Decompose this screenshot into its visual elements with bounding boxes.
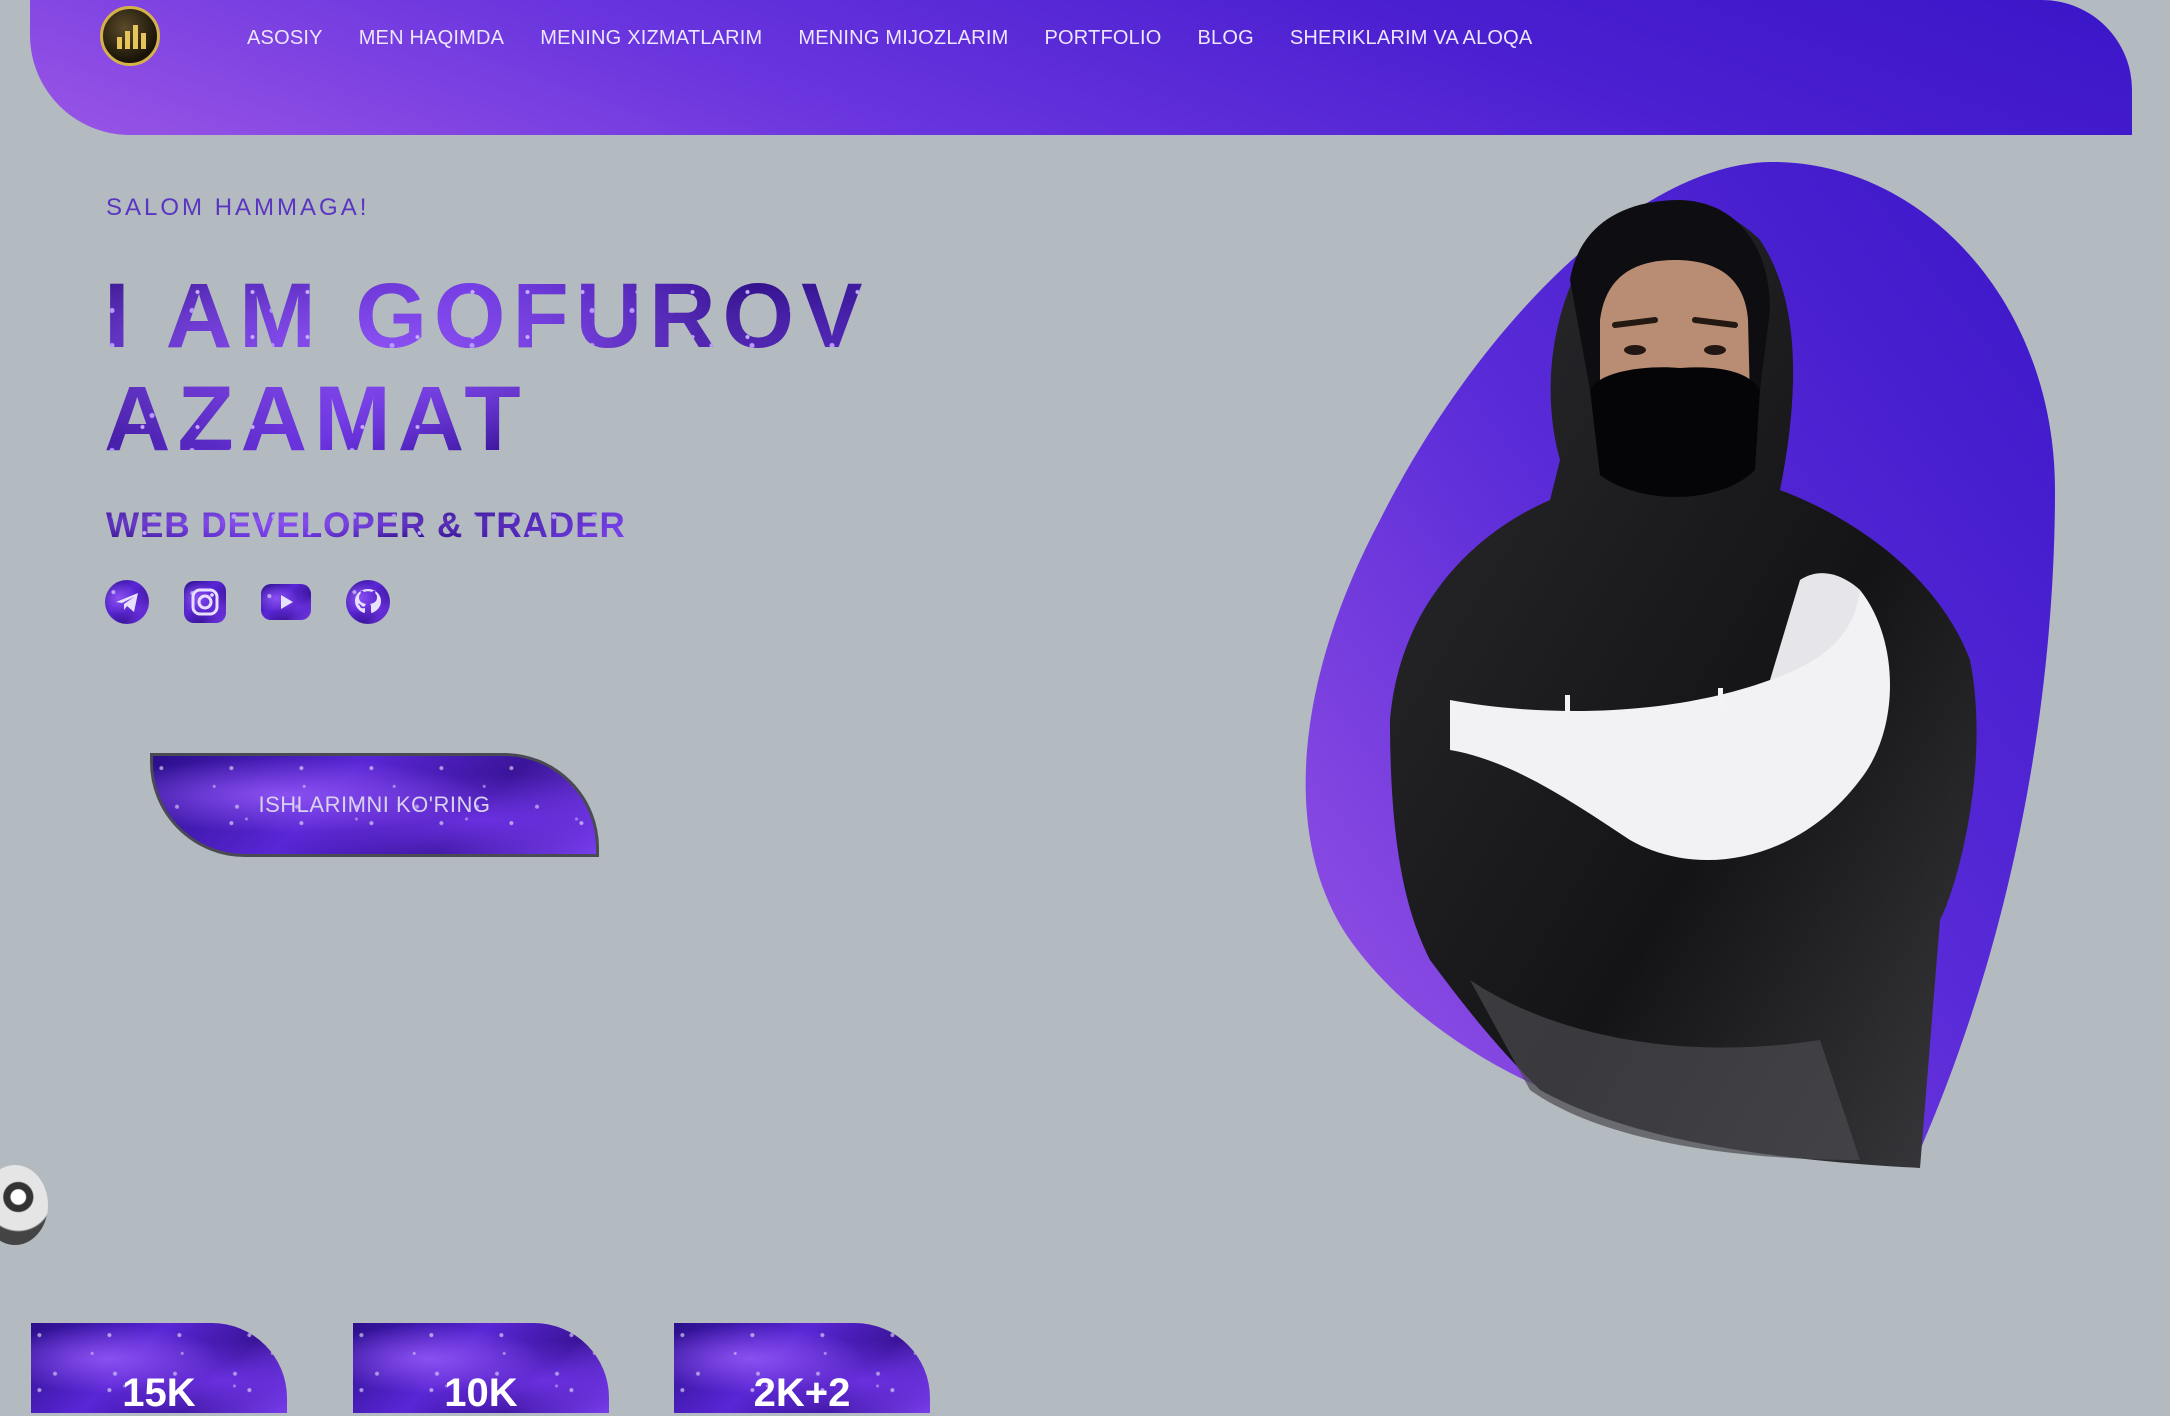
nav-link-mening-mijozlarim[interactable]: MENING MIJOZLARIM — [798, 27, 1008, 50]
top-navigation-bar: ASOSIY MEN HAQIMDA MENING XIZMATLARIM ME… — [30, 0, 2132, 135]
nav-link-sheriklarim-va-aloqa[interactable]: SHERIKLARIM VA ALOQA — [1290, 27, 1533, 50]
portrait-illustration — [1305, 161, 2055, 1169]
nav-link-mening-xizmatlarim[interactable]: MENING XIZMATLARIM — [540, 27, 762, 50]
hero-title-line-2: AZAMAT — [104, 368, 528, 470]
hero-subtitle: WEB DEVELOPER & TRADER — [106, 506, 626, 546]
hero-title: I AM GOFUROV AZAMAT — [104, 265, 1004, 471]
hero-title-line-1: I AM GOFUROV — [104, 265, 870, 367]
github-icon[interactable] — [346, 580, 390, 624]
view-my-work-label: ISHLARIMNI KO'RING — [258, 792, 491, 817]
hero-portrait — [1300, 160, 2060, 1170]
nav-link-blog[interactable]: BLOG — [1197, 27, 1253, 50]
greeting-text: SALOM HAMMAGA! — [106, 194, 370, 221]
stat-value-3: 2K+2 — [753, 1371, 851, 1415]
trading-chart-logo-icon[interactable] — [100, 6, 160, 66]
social-links — [105, 580, 425, 624]
nav-link-men-haqimda[interactable]: MEN HAQIMDA — [359, 27, 505, 50]
stat-card-1: 15K — [31, 1323, 287, 1415]
stat-value-2: 10K — [444, 1371, 518, 1415]
nav-link-portfolio[interactable]: PORTFOLIO — [1044, 27, 1161, 50]
stat-card-3: 2K+2 — [674, 1323, 930, 1415]
stat-value-1: 15K — [122, 1371, 196, 1415]
nav-link-asosiy[interactable]: ASOSIY — [247, 27, 323, 50]
telegram-icon[interactable] — [105, 580, 149, 624]
main-menu: ASOSIY MEN HAQIMDA MENING XIZMATLARIM ME… — [247, 27, 1568, 50]
youtube-icon[interactable] — [261, 584, 311, 620]
view-my-work-button[interactable]: ISHLARIMNI KO'RING — [150, 753, 599, 857]
instagram-icon[interactable] — [184, 581, 226, 623]
stat-card-2: 10K — [353, 1323, 609, 1415]
astronaut-helmet-icon[interactable] — [0, 1165, 48, 1245]
